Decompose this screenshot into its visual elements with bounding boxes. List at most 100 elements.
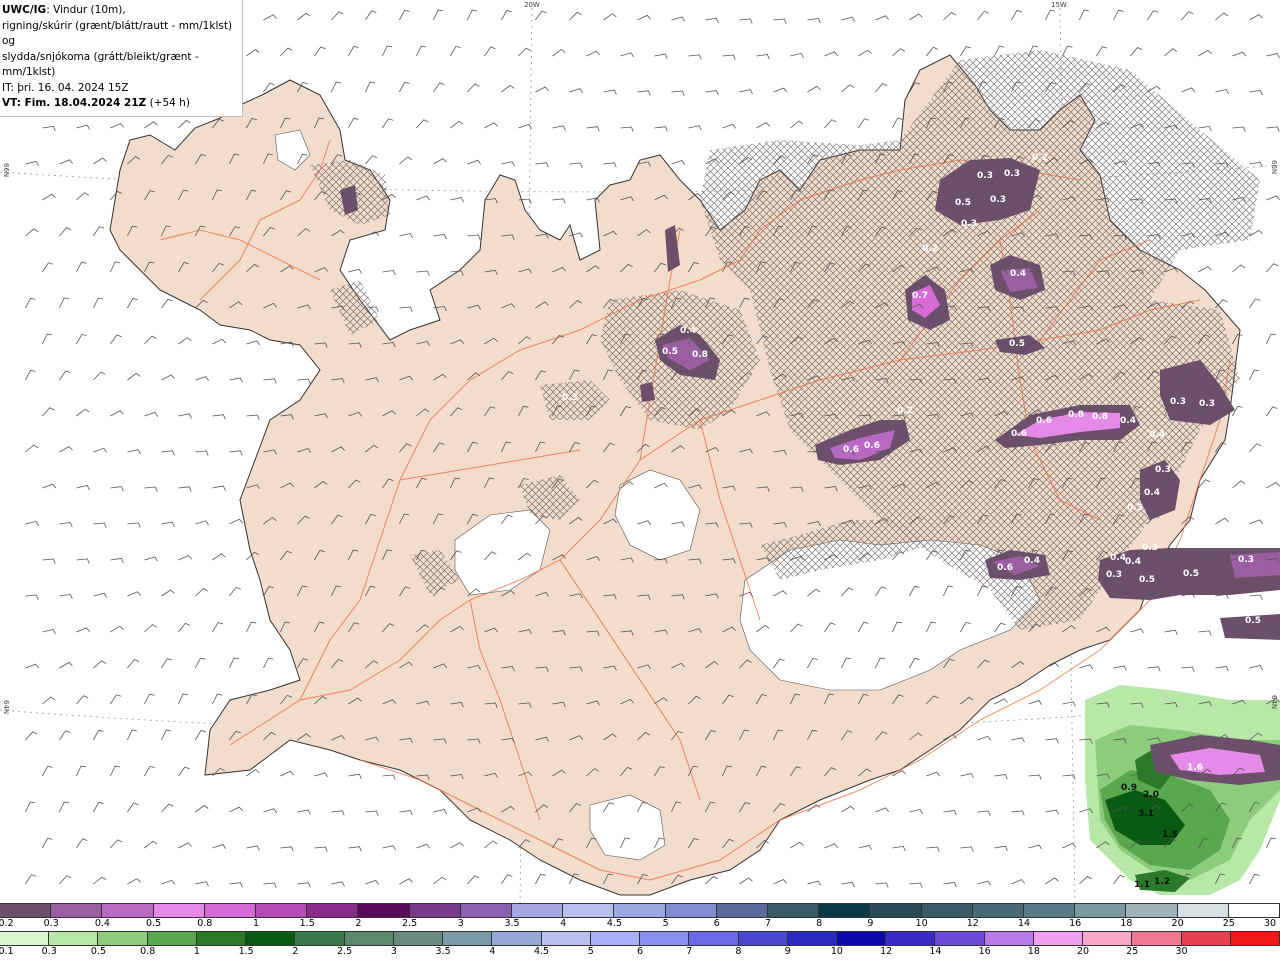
precip-value-label: 0.5	[1009, 339, 1025, 349]
precip-value-label: 0.4	[1144, 488, 1160, 498]
legend-swatch	[204, 904, 257, 917]
legend-tick-label: 0.2	[0, 918, 14, 929]
title-box: UWC/IG: Vindur (10m), rigning/skúrir (gr…	[0, 0, 243, 117]
precip-value-label: 0.3	[1155, 465, 1171, 475]
precip-value-label: 0.4	[1024, 556, 1040, 566]
legend-tick-label: 7	[764, 918, 772, 929]
issue-time: IT: þri. 16. 04. 2024 15Z	[2, 81, 129, 94]
precip-value-label: 0.6	[1036, 416, 1052, 426]
legend-tick-label: 3.5	[435, 946, 451, 957]
legend-tick-label: 5	[662, 918, 669, 929]
precip-value-label: 0.5	[1245, 616, 1261, 626]
precip-value-label: 0.3	[961, 219, 977, 229]
legend-swatch	[921, 904, 973, 917]
legend-tick-label: 14	[1017, 918, 1031, 929]
legend-tick-label: 0.4	[94, 918, 110, 929]
precip-value-label: 0.3	[1238, 555, 1254, 565]
legend-tick-label: 16	[1069, 918, 1082, 929]
precip-value-label: 0.2	[897, 406, 913, 416]
legend-tick-label: 0.3	[41, 946, 57, 957]
precip-value-label: 0.4	[1149, 430, 1165, 440]
legend-tick-label: 4	[489, 946, 496, 957]
legend-tick-label: 0.8	[140, 946, 156, 957]
legend-swatch	[836, 932, 887, 945]
legend-swatch	[460, 904, 513, 917]
precip-value-label: 0.5	[1183, 569, 1199, 579]
legend-swatch	[0, 932, 50, 945]
precip-value-label: 0.3	[977, 171, 993, 181]
legend-swatch	[590, 932, 641, 945]
legend-tick-label: 20	[1077, 946, 1090, 957]
description-line-2: rigning/skúrir (grænt/blátt/rautt - mm/1…	[2, 19, 233, 48]
legend-tick-label: 2	[292, 946, 299, 957]
legend-tick-label: 2	[355, 918, 362, 929]
legend-tick-label: 7	[686, 946, 693, 957]
legend-swatch	[512, 904, 564, 917]
legend-swatch	[1075, 904, 1127, 917]
precip-value-label: 0.4	[1110, 553, 1126, 563]
legend-swatch	[1126, 904, 1178, 917]
legend-tick-label: 0.5	[146, 918, 162, 929]
lon-label-15w: 15W	[1051, 1, 1067, 9]
precip-value-label: 0.3	[1142, 543, 1158, 553]
legend-swatch	[819, 904, 871, 917]
legend-tick-label: 1.5	[299, 918, 315, 929]
legend-tick-label: 1	[252, 918, 260, 929]
legend-swatch	[689, 932, 739, 945]
legend-tick-label: 1.5	[238, 946, 254, 957]
legend-swatch	[563, 904, 615, 917]
legend-tick-label: 0.3	[43, 918, 59, 929]
precip-value-label: 0.8	[1068, 410, 1084, 420]
legend-swatch	[0, 904, 52, 917]
legend-tick-label: 10	[830, 946, 843, 957]
legend-tick-label: 30	[1175, 946, 1188, 957]
lat-label-66n-left: 66N	[2, 163, 10, 178]
legend-swatch	[1228, 904, 1280, 917]
weather-map: 0.3 0.3 0.5 0.3 0.3 0.2 0.2 0.4 0.7 0.5 0.4 0.5 0.8 0…	[0, 0, 1280, 903]
precip-value-label: 0.2	[922, 244, 938, 254]
legend-tick-label: 3	[390, 946, 397, 957]
legend-tick-label: 8	[735, 946, 742, 957]
lead-time: (+54 h)	[149, 97, 190, 109]
rain-precip-areas	[1085, 685, 1280, 895]
legend-swatch	[358, 904, 410, 917]
legend-swatch	[870, 904, 922, 917]
valid-time: VT: Fim. 18.04.2024 21Z	[2, 97, 147, 109]
legend-tick-label: 9	[867, 918, 874, 929]
precip-value-label: 0.3	[1170, 397, 1186, 407]
precip-value-label: 1.1	[1134, 880, 1150, 890]
precip-value-label: 3.1	[1138, 809, 1154, 819]
precip-value-label: 0.9	[1121, 783, 1137, 793]
legend-tick-label: 14	[929, 946, 942, 957]
legend-swatch	[147, 932, 197, 945]
legend-swatch	[1083, 932, 1133, 945]
precip-value-label: 0.6	[864, 441, 880, 451]
product-name: UWC/IG	[2, 4, 47, 16]
legend-swatch	[665, 904, 717, 917]
legend-swatch	[768, 904, 820, 917]
precip-value-label: 0.3	[990, 195, 1006, 205]
legend-swatch	[1033, 932, 1084, 945]
precip-value-label: 0.8	[692, 350, 708, 360]
legend-swatch	[393, 932, 444, 945]
precip-value-label: 0.5	[662, 347, 678, 357]
precip-value-label: 0.2	[1032, 153, 1048, 163]
precip-value-label: 0.8	[1092, 412, 1108, 422]
precip-value-label: 1.5	[1162, 830, 1178, 840]
legend-swatch	[935, 932, 985, 945]
legend-swatch	[716, 904, 769, 917]
legend-tick-label: 4.5	[606, 918, 622, 929]
legend-swatch	[640, 932, 690, 945]
legend-swatch	[295, 932, 345, 945]
precip-value-label: 0.6	[843, 445, 859, 455]
legend-swatch	[307, 904, 359, 917]
legend-swatch	[984, 932, 1034, 945]
legend-swatch	[51, 904, 103, 917]
legend-tick-label: 0.8	[197, 918, 213, 929]
legend-tick-label: 18	[1120, 918, 1133, 929]
legend-tick-label: 4	[560, 918, 567, 929]
legend-swatch	[344, 932, 394, 945]
precip-value-label: 0.3	[1004, 169, 1020, 179]
legend-tick-label: 16	[978, 946, 991, 957]
legend-tick-label: 25	[1222, 918, 1235, 929]
